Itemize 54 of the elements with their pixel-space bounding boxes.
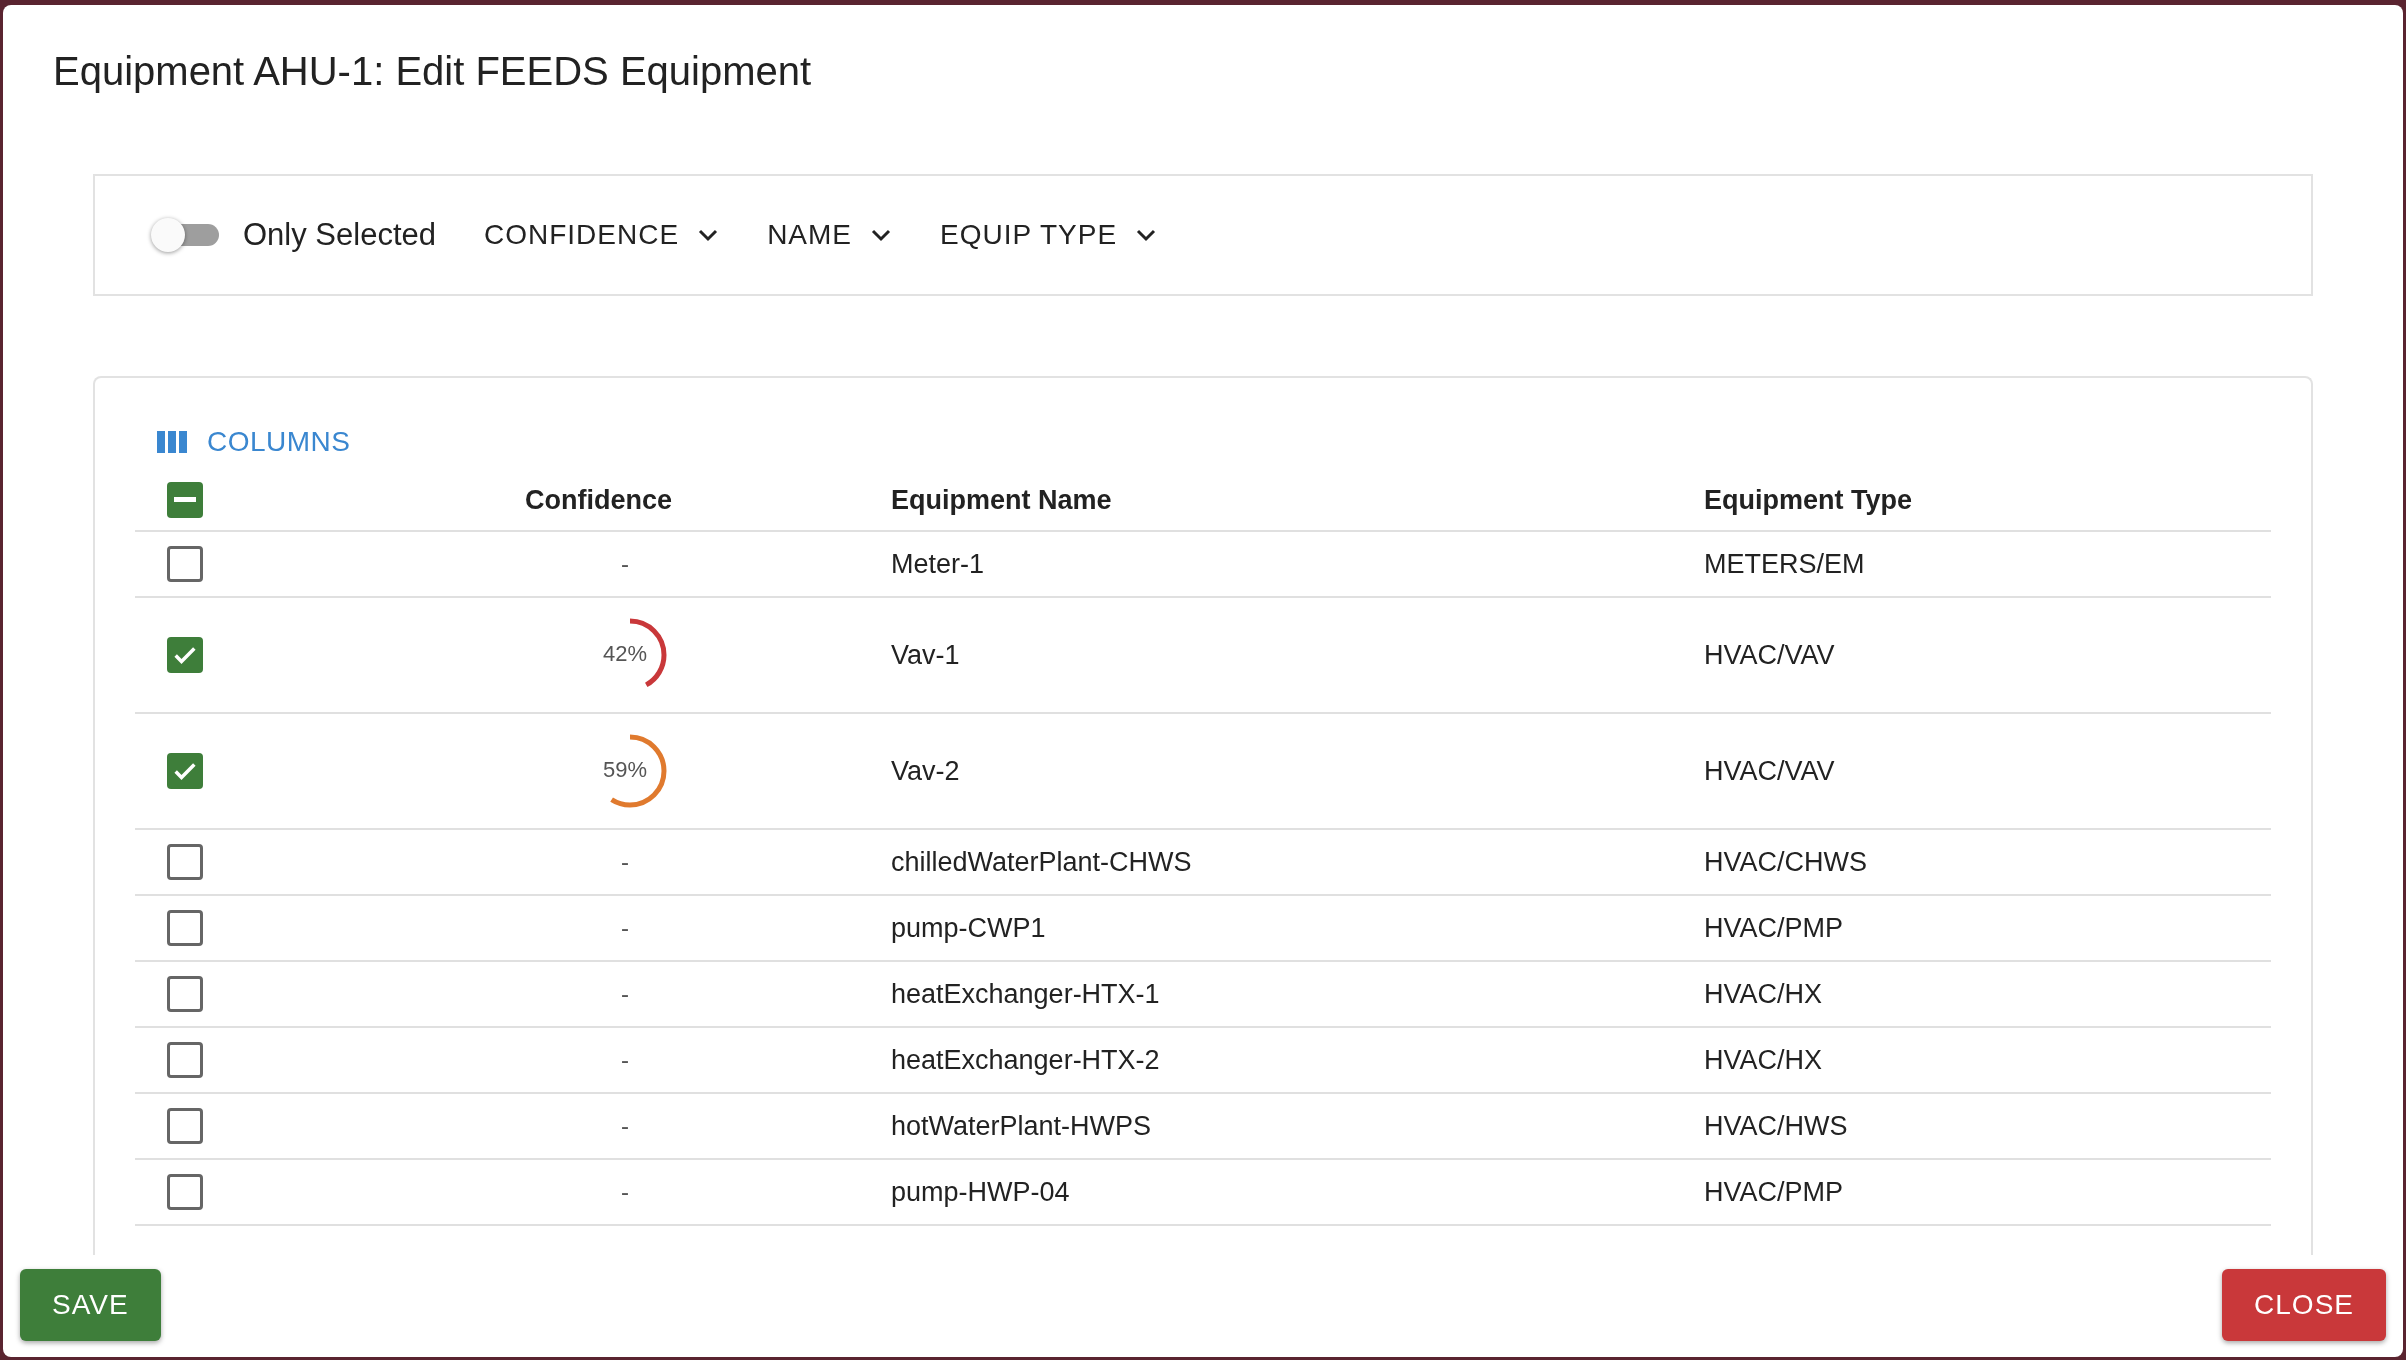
equipment-type-cell-text: HVAC/HWS (1704, 1110, 1849, 1142)
checkbox[interactable] (167, 546, 203, 582)
checkbox[interactable] (167, 637, 203, 673)
checkbox[interactable] (167, 910, 203, 946)
chevron-down-icon (1135, 228, 1158, 242)
equipment-name-cell-text: Meter-1 (891, 548, 986, 580)
equipment-name-cell-text: pump-HWP-04 (891, 1176, 1071, 1208)
confidence-value: - (621, 1178, 629, 1206)
chevron-down-icon (697, 228, 720, 242)
equipment-type-cell-text: HVAC/PMP (1704, 912, 1845, 944)
columns-icon (157, 430, 187, 454)
equipment-type-cell-text: METERS/EM (1704, 548, 1866, 580)
confidence-value: - (621, 1046, 629, 1074)
confidence-value: - (621, 848, 629, 876)
toggle-label: Only Selected (243, 217, 436, 253)
save-button[interactable]: SAVE (20, 1269, 161, 1341)
equipment-type-cell-text: HVAC/HX (1704, 978, 1824, 1010)
minus-icon (174, 497, 196, 503)
equipment-type-cell-text: HVAC/PMP (1704, 1176, 1845, 1208)
checkbox[interactable] (167, 1108, 203, 1144)
confidence-value: - (621, 980, 629, 1008)
confidence-value: - (621, 914, 629, 942)
equipment-name-cell-text: heatExchanger-HTX-1 (891, 978, 1161, 1010)
dialog-title: Equipment AHU-1: Edit FEEDS Equipment (52, 48, 813, 94)
column-header: Equipment Type (1704, 484, 1913, 516)
equipment-name-cell-text: heatExchanger-HTX-2 (891, 1044, 1161, 1076)
confidence-value: - (621, 1112, 629, 1140)
equipment-name-cell-text: Vav-2 (891, 755, 961, 787)
chevron-down-icon (870, 228, 893, 242)
column-header: Confidence (525, 484, 673, 516)
filter-dropdown[interactable]: CONFIDENCE (484, 219, 720, 251)
column-header: Equipment Name (891, 484, 1113, 516)
checkbox[interactable] (167, 1174, 203, 1210)
filter-dropdown[interactable]: EQUIP TYPE (940, 219, 1158, 251)
close-button[interactable]: CLOSE (2222, 1269, 2386, 1341)
checkbox[interactable] (167, 1042, 203, 1078)
equipment-name-cell-text: pump-CWP1 (891, 912, 1047, 944)
confidence-percent: 42% (601, 641, 648, 667)
confidence-value: - (621, 550, 629, 578)
toggle-switch[interactable] (151, 218, 219, 252)
equipment-type-cell-text: HVAC/CHWS (1704, 846, 1868, 878)
equipment-name-cell-text: Vav-1 (891, 639, 961, 671)
columns-button[interactable]: COLUMNS (135, 426, 351, 458)
checkbox[interactable] (167, 753, 203, 789)
equipment-type-cell-text: HVAC/VAV (1704, 755, 1836, 787)
equipment-type-cell-text: HVAC/VAV (1704, 639, 1836, 671)
equipment-type-cell-text: HVAC/HX (1704, 1044, 1824, 1076)
checkbox[interactable] (167, 482, 203, 518)
confidence-percent: 59% (601, 757, 648, 783)
checkbox[interactable] (167, 976, 203, 1012)
equipment-name-cell-text: hotWaterPlant-HWPS (891, 1110, 1153, 1142)
filter-dropdown[interactable]: NAME (767, 219, 893, 251)
equipment-name-cell-text: chilledWaterPlant-CHWS (891, 846, 1193, 878)
checkbox[interactable] (167, 844, 203, 880)
